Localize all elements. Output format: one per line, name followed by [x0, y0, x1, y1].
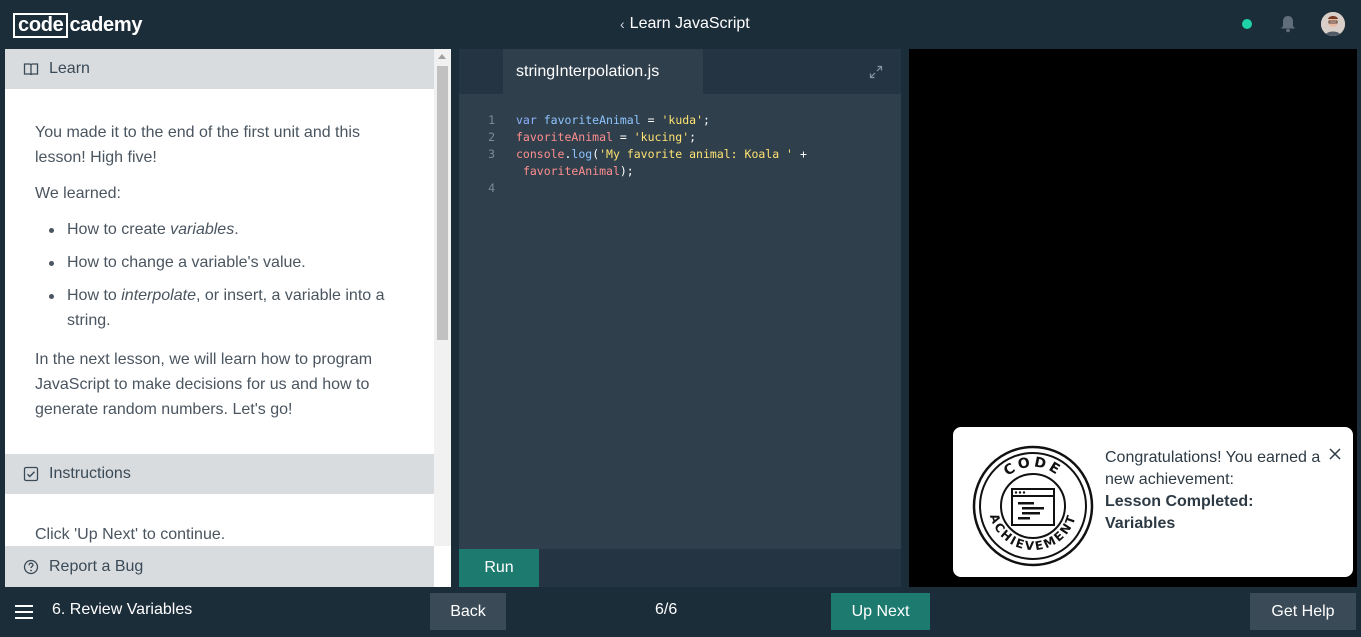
question-circle-icon: [23, 559, 39, 575]
bell-icon[interactable]: [1280, 15, 1296, 33]
top-header: code cademy ‹ Learn JavaScript: [0, 0, 1361, 49]
line-number: 1: [488, 113, 495, 127]
code-line: 2 favoriteAnimal = 'kucing';: [459, 129, 901, 146]
list-item: How to create variables.: [35, 217, 390, 242]
scrollbar-thumb[interactable]: [437, 66, 448, 340]
chevron-left-icon: ‹: [620, 16, 625, 32]
online-status-dot: [1242, 19, 1252, 29]
lesson-outro: In the next lesson, we will learn how to…: [35, 351, 373, 418]
code-line: 4: [459, 178, 901, 199]
toast-message: Congratulations! You earned a new achiev…: [1105, 447, 1325, 535]
report-bug-label: Report a Bug: [49, 557, 144, 575]
file-tab[interactable]: stringInterpolation.js: [503, 49, 703, 94]
code-text: var favoriteAnimal = 'kuda';: [516, 113, 710, 127]
back-button[interactable]: Back: [430, 593, 506, 630]
learn-label: Learn: [49, 60, 90, 77]
code-text: favoriteAnimal = 'kucing';: [516, 130, 697, 144]
lesson-progress: 6/6: [655, 601, 678, 618]
lesson-name[interactable]: 6. Review Variables: [52, 601, 192, 619]
course-title-link[interactable]: ‹ Learn JavaScript: [620, 13, 750, 35]
checkbox-icon: [23, 466, 39, 482]
list-item: How to change a variable's value.: [35, 250, 390, 275]
code-text: favoriteAnimal);: [522, 164, 634, 178]
editor-tab-bar: stringInterpolation.js: [459, 49, 901, 94]
scroll-up-arrow-icon[interactable]: [438, 54, 446, 59]
course-title: Learn JavaScript: [629, 15, 750, 32]
we-learned-label: We learned:: [35, 185, 121, 202]
instructions-label: Instructions: [49, 465, 131, 482]
line-number: 2: [488, 130, 495, 144]
achievement-badge: CODE ACHIEVEMENT: [972, 445, 1094, 567]
user-avatar[interactable]: [1321, 12, 1345, 36]
lesson-content: You made it to the end of the first unit…: [35, 120, 390, 433]
book-icon: [23, 61, 39, 77]
achievement-toast: CODE ACHIEVEMENT Congratulations! You ea…: [953, 427, 1353, 577]
code-line: 1 var favoriteAnimal = 'kuda';: [459, 112, 901, 129]
achievement-title: Lesson Completed: Variables: [1105, 493, 1254, 532]
expand-icon[interactable]: [869, 65, 883, 79]
line-number: 3: [488, 147, 495, 161]
run-bar: Run: [459, 549, 901, 587]
lesson-intro: You made it to the end of the first unit…: [35, 124, 360, 166]
lesson-panel: Learn You made it to the end of the firs…: [5, 49, 451, 587]
toast-text: Congratulations! You earned a new achiev…: [1105, 449, 1321, 488]
list-item: How to interpolate, or insert, a variabl…: [35, 283, 390, 333]
codecademy-logo[interactable]: code cademy: [13, 12, 142, 38]
run-button[interactable]: Run: [459, 549, 539, 587]
code-area[interactable]: 1 var favoriteAnimal = 'kuda'; 2 favorit…: [459, 112, 901, 199]
bottom-footer: 6. Review Variables Back 6/6 Up Next Get…: [0, 587, 1361, 637]
instructions-text: Click 'Up Next' to continue.: [35, 526, 226, 543]
get-help-button[interactable]: Get Help: [1250, 593, 1356, 630]
instructions-section-header[interactable]: Instructions: [5, 454, 434, 494]
hamburger-menu-icon[interactable]: [15, 605, 33, 619]
logo-rest-part: cademy: [69, 13, 143, 36]
code-editor: stringInterpolation.js 1 var favoriteAni…: [459, 49, 901, 587]
report-bug-button[interactable]: Report a Bug: [5, 546, 434, 587]
up-next-button[interactable]: Up Next: [831, 593, 930, 630]
logo-code-part: code: [13, 12, 69, 38]
line-number: 4: [488, 181, 495, 195]
close-icon[interactable]: [1328, 447, 1342, 461]
file-name: stringInterpolation.js: [516, 62, 660, 80]
learned-list: How to create variables. How to change a…: [35, 217, 390, 333]
learn-section-header[interactable]: Learn: [5, 49, 434, 89]
code-line: 3 console.log('My favorite animal: Koala…: [459, 146, 901, 163]
code-text: console.log('My favorite animal: Koala '…: [516, 147, 807, 161]
